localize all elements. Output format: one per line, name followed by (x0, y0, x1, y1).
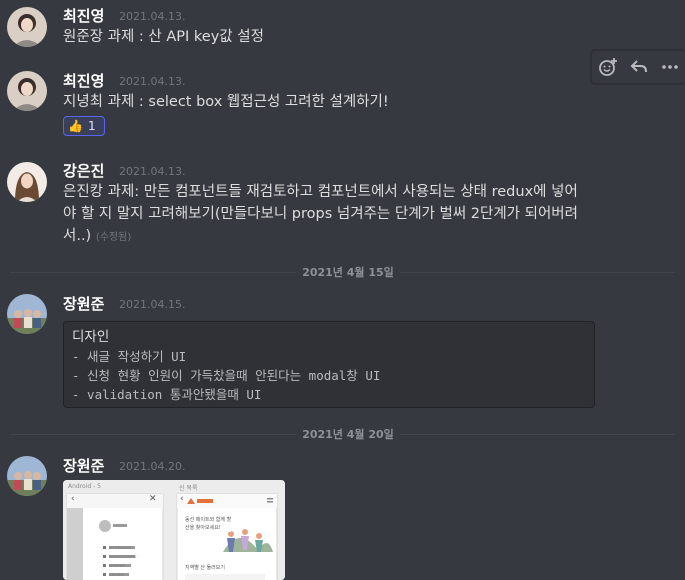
code-line: - validation 통과안됐을때 UI (72, 387, 262, 402)
chevron-left-icon: ‹ (180, 494, 184, 504)
attachment-menu: MY REVIEWS PRODUCT POST REVIEWS ORDERS (109, 544, 136, 580)
reply-icon (630, 60, 647, 73)
code-line: - 신청 현황 인원이 가득찼을때 안된다는 modal창 UI (72, 368, 381, 383)
attachment-line: 산을 찾아보세요! (185, 525, 221, 531)
avatar[interactable] (7, 456, 47, 496)
menu-item: PRODUCT POST (109, 555, 137, 559)
message-toolbar (591, 50, 685, 84)
more-button[interactable] (657, 54, 683, 80)
close-icon: ✕ (149, 494, 157, 504)
date-divider-label: 2021년 4월 15일 (296, 264, 400, 280)
timestamp: 2021.04.15. (119, 298, 186, 311)
date-divider: 2021년 4월 20일 (10, 426, 675, 442)
menu-item: MY REVIEWS (109, 546, 132, 550)
username[interactable]: 강은진 (63, 160, 104, 181)
attachment-label: 신 목록 (179, 485, 198, 492)
timestamp: 2021.04.13. (119, 10, 186, 23)
reaction-count: 1 (87, 119, 96, 133)
username[interactable]: 최진영 (63, 70, 104, 91)
avatar[interactable] (7, 71, 47, 111)
code-line: 디자인 (72, 329, 110, 345)
chevron-left-icon: ‹ (71, 494, 75, 504)
avatar[interactable] (7, 7, 47, 47)
reaction-button[interactable]: 👍 1 (63, 116, 105, 136)
attachment-text: 동선 메이트와 함께 할 산을 찾아보세요! (185, 516, 232, 532)
message-line: 은진캉 과제: 만든 컴포넌트들 재검토하고 컴포넌트에서 사용되는 상태 re… (63, 184, 578, 200)
timestamp: 2021.04.20. (119, 460, 186, 473)
username[interactable]: 장원준 (63, 455, 104, 476)
username[interactable]: 최진영 (63, 5, 104, 26)
code-block: 디자인 - 새글 작성하기 UI - 신청 현황 인원이 가득찼을때 안된다는 mo… (63, 321, 595, 408)
date-divider: 2021년 4월 15일 (10, 264, 675, 280)
message-content: 지녕최 과제 : select box 웹접근성 고려한 설계하기! (63, 94, 389, 110)
message-content: 은진캉 과제: 만든 컴포넌트들 재검토하고 컴포넌트에서 사용되는 상태 re… (63, 181, 578, 249)
menu-item: REVIEWS (109, 564, 125, 568)
attachment-label: Android - 5 (68, 483, 101, 490)
message-line: 서..) (수정됨) (63, 228, 132, 244)
date-divider-label: 2021년 4월 20일 (296, 426, 400, 442)
message-line: 야 할 지 말지 고려해보기(만들다보니 props 넘겨주는 단계가 벌써 2… (63, 206, 578, 222)
thumbs-up-icon: 👍 (68, 119, 83, 133)
add-reaction-icon (598, 58, 617, 76)
code-line: - 새글 작성하기 UI (72, 349, 187, 364)
attachment-text: 지역별 산 둘러보기 (185, 564, 225, 571)
image-attachment[interactable]: Android - 5 신 목록 ‹ ✕ ‹ MY REVIEWS PRODUC… (63, 480, 285, 580)
message-content: 원준장 과제 : 산 API key값 설정 (63, 29, 264, 45)
avatar[interactable] (7, 294, 47, 334)
edited-label: (수정됨) (95, 232, 132, 243)
add-reaction-button[interactable] (595, 54, 621, 80)
username[interactable]: 장원준 (63, 293, 104, 314)
more-icon (661, 65, 678, 69)
reply-button[interactable] (626, 54, 652, 80)
attachment-line: 동선 메이트와 함께 할 (185, 517, 232, 523)
avatar[interactable] (7, 162, 47, 202)
timestamp: 2021.04.13. (119, 165, 186, 178)
timestamp: 2021.04.13. (119, 75, 186, 88)
